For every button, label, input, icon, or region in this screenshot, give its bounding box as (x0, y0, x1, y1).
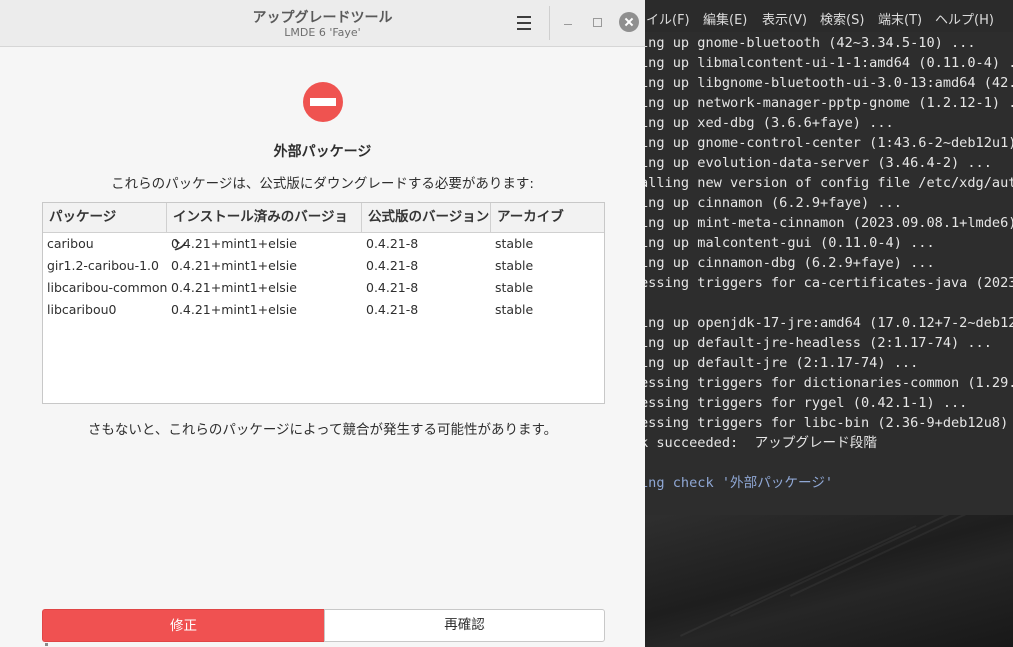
stop-icon (303, 82, 343, 122)
cell-archive: stable (495, 236, 534, 251)
close-icon[interactable] (619, 12, 639, 32)
terminal-line: . (640, 293, 1013, 313)
column-header-archive[interactable]: アーカイブ (491, 203, 604, 232)
terminal-line: ing check '外部パッケージ' (640, 475, 834, 491)
cell-archive: stable (495, 258, 534, 273)
terminal-line: ing up openjdk-17-jre:amd64 (17.0.12+7-2… (640, 315, 1013, 331)
cell-installed-version: 0.4.21+mint1+elsie (171, 302, 297, 317)
terminal-menubar: イル(F) 編集(E) 表示(V) 検索(S) 端末(T) ヘルプ(H) (640, 0, 1013, 32)
terminal-menu-search[interactable]: 検索(S) (820, 9, 864, 28)
terminal-output: ing up gnome-bluetooth (42~3.34.5-10) ..… (640, 33, 1013, 493)
cell-official-version: 0.4.21-8 (366, 258, 419, 273)
resize-handle (45, 643, 48, 646)
terminal-line: ing up default-jre-headless (2:1.17-74) … (640, 335, 992, 351)
cell-installed-version: 0.4.21+mint1+elsie (171, 236, 297, 251)
terminal-line: k succeeded: アップグレード段階 (640, 435, 877, 451)
minimize-icon[interactable] (558, 13, 578, 33)
terminal-line: essing triggers for rygel (0.42.1-1) ... (640, 395, 968, 411)
terminal-line: ing up malcontent-gui (0.11.0-4) ... (640, 235, 935, 251)
cell-installed-version: 0.4.21+mint1+elsie (171, 258, 297, 273)
terminal-line: essing triggers for dictionaries-common … (640, 375, 1013, 391)
dialog-footer-text: さもないと、これらのパッケージによって競合が発生する可能性があります。 (87, 422, 558, 438)
dialog-heading: 外部パッケージ (273, 144, 372, 160)
column-header-package[interactable]: パッケージ (43, 203, 167, 232)
hamburger-menu-icon[interactable] (511, 11, 537, 35)
terminal-menu-view[interactable]: 表示(V) (762, 9, 807, 28)
terminal-line: ing up cinnamon-dbg (6.2.9+faye) ... (640, 255, 935, 271)
table-row[interactable]: libcaribou0 0.4.21+mint1+elsie 0.4.21-8 … (43, 299, 604, 321)
terminal-line: ing up default-jre (2:1.17-74) ... (640, 355, 919, 371)
fix-button[interactable]: 修正 (42, 609, 324, 642)
wallpaper-streak (680, 525, 917, 637)
cell-archive: stable (495, 280, 534, 295)
package-table[interactable]: パッケージ インストール済みのバージョン 公式版のバージョン アーカイブ car… (42, 202, 605, 404)
cell-package: caribou (47, 236, 94, 251)
cell-official-version: 0.4.21-8 (366, 280, 419, 295)
terminal-line: ing up xed-dbg (3.6.6+faye) ... (640, 115, 894, 131)
terminal-menu-terminal[interactable]: 端末(T) (878, 9, 922, 28)
terminal-line: alling new version of config file /etc/x… (640, 175, 1013, 191)
terminal-line: ing up gnome-bluetooth (42~3.34.5-10) ..… (640, 35, 976, 51)
terminal-line: ing up libmalcontent-ui-1-1:amd64 (0.11.… (640, 55, 1013, 71)
cell-package: gir1.2-caribou-1.0 (47, 258, 159, 273)
cell-package: libcaribou-common (47, 280, 168, 295)
terminal-line: ing up cinnamon (6.2.9+faye) ... (640, 195, 902, 211)
terminal-menu-edit[interactable]: 編集(E) (703, 9, 747, 28)
cell-archive: stable (495, 302, 534, 317)
cell-installed-version: 0.4.21+mint1+elsie (171, 280, 297, 295)
terminal-menu-file[interactable]: イル(F) (646, 9, 690, 28)
terminal-window[interactable]: イル(F) 編集(E) 表示(V) 検索(S) 端末(T) ヘルプ(H) ing… (640, 0, 1013, 515)
upgrade-tool-window: アップグレードツール LMDE 6 'Faye' 外部パッケージ これらのパッケ… (0, 0, 645, 647)
titlebar-separator (549, 6, 550, 40)
maximize-icon[interactable] (587, 13, 607, 33)
cell-official-version: 0.4.21-8 (366, 302, 419, 317)
dialog-description: これらのパッケージは、公式版にダウングレードする必要があります: (111, 176, 534, 192)
recheck-button[interactable]: 再確認 (324, 609, 605, 642)
cell-package: libcaribou0 (47, 302, 117, 317)
terminal-line: ing up gnome-control-center (1:43.6-2~de… (640, 135, 1013, 151)
desktop-background (640, 476, 1013, 647)
column-header-installed-version[interactable]: インストール済みのバージョン (167, 203, 362, 254)
terminal-line: ing up evolution-data-server (3.46.4-2) … (640, 155, 992, 171)
terminal-menu-help[interactable]: ヘルプ(H) (935, 9, 994, 28)
table-row[interactable]: libcaribou-common 0.4.21+mint1+elsie 0.4… (43, 277, 604, 299)
table-row[interactable]: caribou 0.4.21+mint1+elsie 0.4.21-8 stab… (43, 233, 604, 255)
terminal-line: ing up libgnome-bluetooth-ui-3.0-13:amd6… (640, 75, 1013, 91)
terminal-line: ing up mint-meta-cinnamon (2023.09.08.1+… (640, 215, 1013, 231)
column-header-official-version[interactable]: 公式版のバージョン (362, 203, 491, 232)
terminal-line: essing triggers for ca-certificates-java… (640, 275, 1013, 291)
cell-official-version: 0.4.21-8 (366, 236, 419, 251)
terminal-line: essing triggers for libc-bin (2.36-9+deb… (640, 415, 1013, 431)
table-header: パッケージ インストール済みのバージョン 公式版のバージョン アーカイブ (43, 203, 604, 254)
table-row[interactable]: gir1.2-caribou-1.0 0.4.21+mint1+elsie 0.… (43, 255, 604, 277)
titlebar: アップグレードツール LMDE 6 'Faye' (0, 0, 645, 47)
terminal-line: ing up network-manager-pptp-gnome (1.2.1… (640, 95, 1013, 111)
